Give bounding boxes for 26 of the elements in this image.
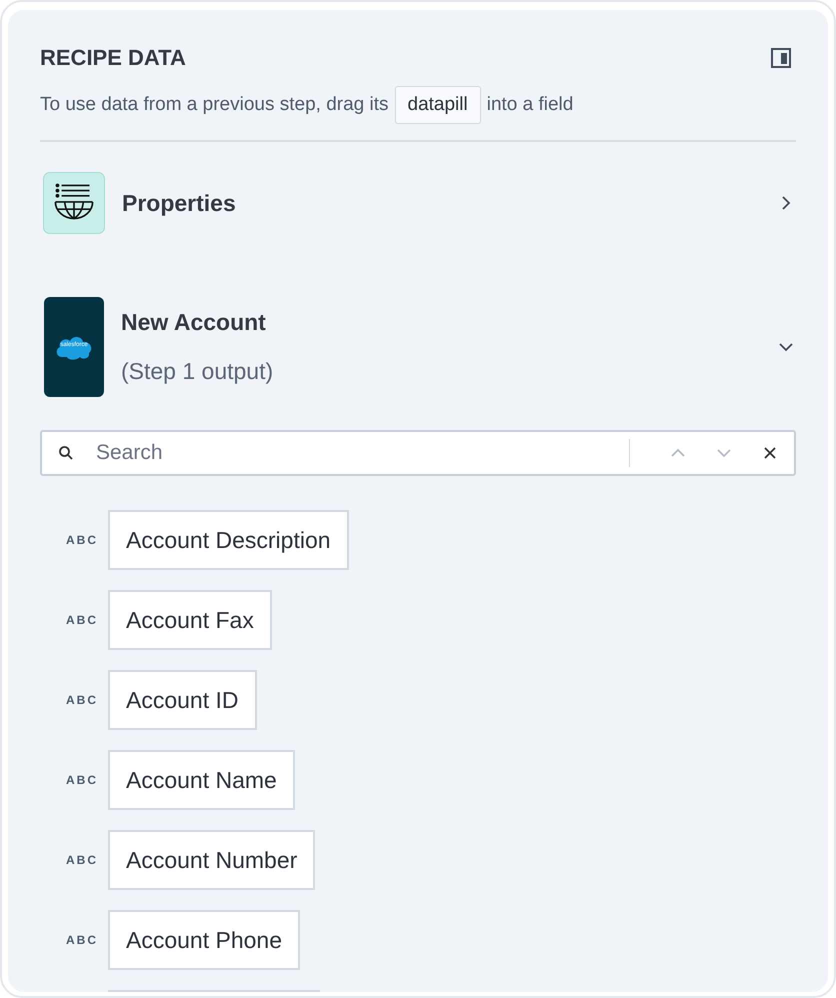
hint-text: To use data from a previous step, drag its bbox=[40, 94, 389, 116]
datapill[interactable]: Account Number bbox=[108, 830, 316, 890]
field-type-label: ABC bbox=[65, 853, 99, 867]
section-subtitle: (Step 1 output) bbox=[121, 358, 274, 385]
datapill-example: datapill bbox=[394, 86, 481, 124]
section-title: Properties bbox=[122, 190, 237, 216]
panel-title: RECIPE DATA bbox=[40, 45, 186, 71]
datapill[interactable]: Account Description bbox=[108, 510, 349, 570]
search-input[interactable]: Search bbox=[94, 440, 629, 466]
field-type-label: ABC bbox=[65, 533, 99, 547]
field-type-label: ABC bbox=[65, 693, 99, 707]
datapill[interactable]: Account Fax bbox=[108, 590, 272, 650]
search-field[interactable]: Search bbox=[40, 430, 796, 476]
datapill[interactable]: Account Phone bbox=[108, 910, 300, 970]
search-icon bbox=[58, 445, 74, 461]
section-title: New Account bbox=[121, 309, 267, 336]
list-globe-icon bbox=[43, 172, 105, 234]
datapill[interactable]: Account ID bbox=[108, 670, 256, 730]
field-type-label: ABC bbox=[65, 933, 99, 947]
close-icon[interactable] bbox=[762, 445, 778, 461]
datapill[interactable]: Account Name bbox=[108, 750, 295, 810]
hint-text: into a field bbox=[486, 94, 574, 116]
section-header[interactable]: Properties bbox=[40, 172, 796, 234]
field-type-label: ABC bbox=[65, 613, 99, 627]
field-type-label: ABC bbox=[65, 773, 99, 787]
dock-panel-icon[interactable] bbox=[770, 47, 792, 69]
